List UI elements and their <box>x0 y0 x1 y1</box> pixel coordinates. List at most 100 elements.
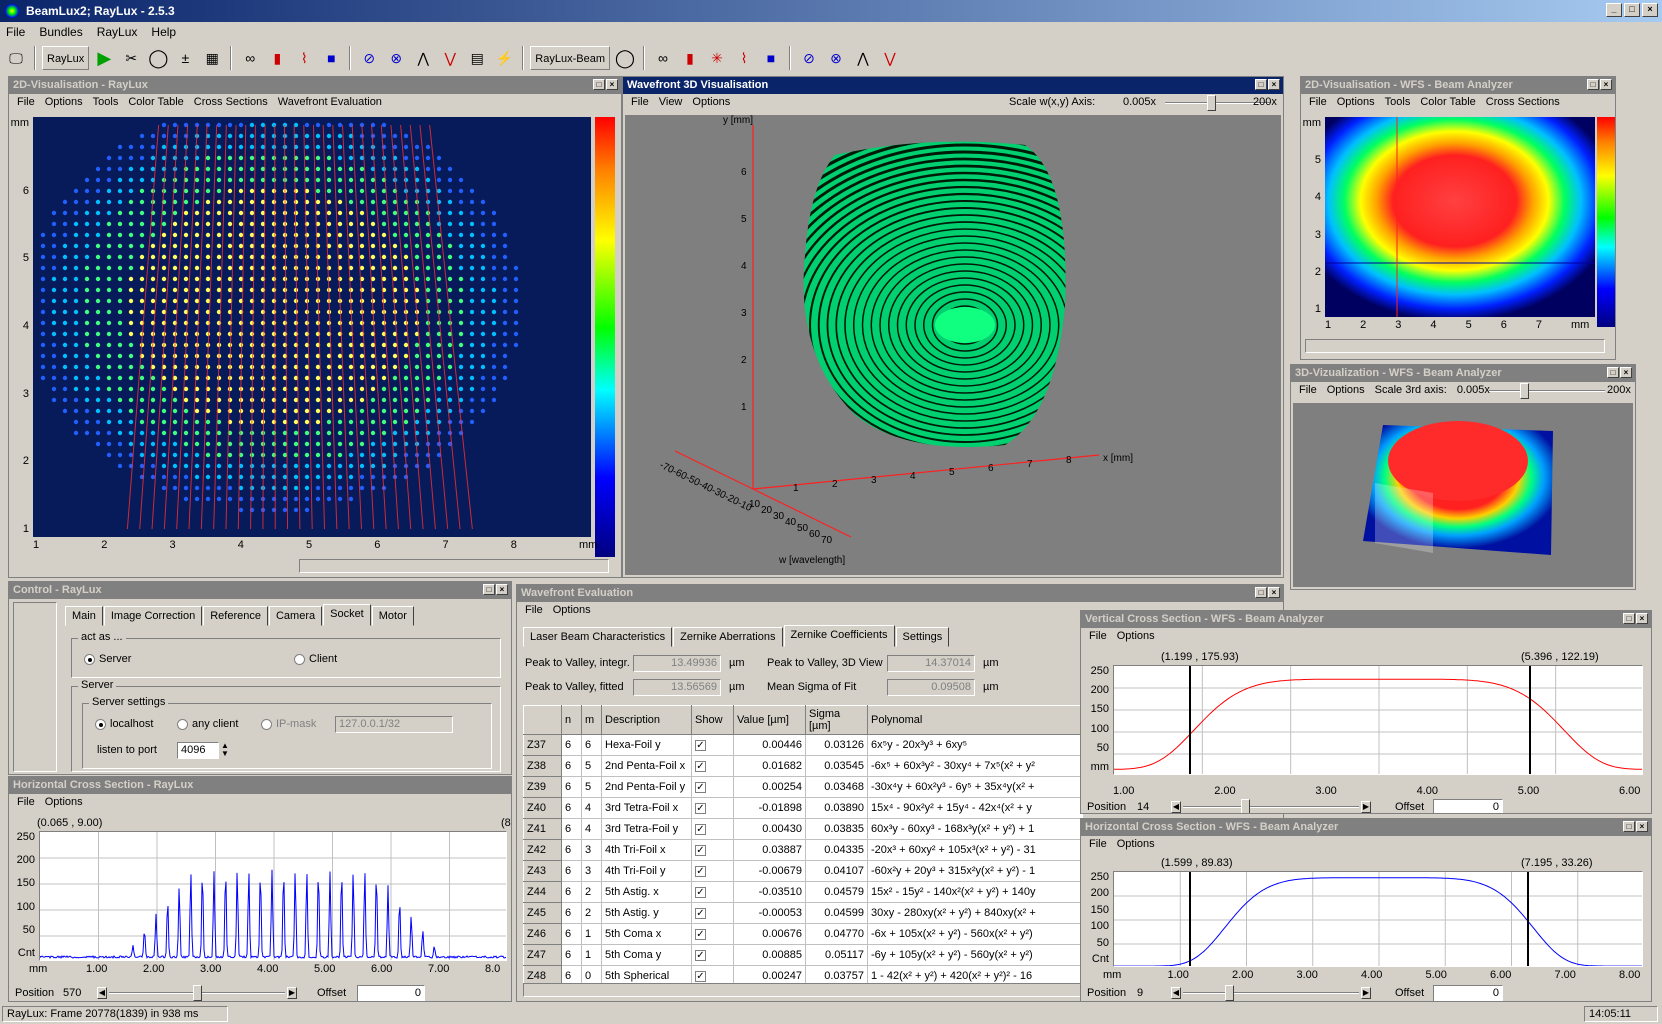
vis2d-scrollbar[interactable] <box>299 559 609 573</box>
ellipse-s-icon[interactable]: ⊗ <box>384 46 408 70</box>
menu-options[interactable]: Options <box>1117 630 1155 644</box>
localhost-radio[interactable]: localhost <box>95 718 153 730</box>
ellipse-s-icon[interactable]: ⊗ <box>824 46 848 70</box>
tab-zernike-coefficients[interactable]: Zernike Coefficients <box>784 625 895 647</box>
menu-color-table[interactable]: Color Table <box>128 96 183 110</box>
menu-raylux[interactable]: RayLux <box>97 25 138 39</box>
play-icon[interactable]: ▶ <box>92 46 116 70</box>
tab-settings[interactable]: Settings <box>896 627 950 647</box>
slider-knob[interactable] <box>1241 799 1250 814</box>
tab-image-correction[interactable]: Image Correction <box>104 606 202 626</box>
table-row[interactable]: Z42 6 3 4th Tri-Foil x ✓ 0.03887 0.04335 -20x³ … <box>524 840 1084 861</box>
cube-icon[interactable]: ■ <box>759 46 783 70</box>
close-button[interactable]: × <box>1620 367 1632 378</box>
table-row[interactable]: Z38 6 5 2nd Penta-Foil x ✓ 0.01682 0.03545 -6x⁵… <box>524 756 1084 777</box>
col-header-description[interactable]: Description <box>602 706 692 735</box>
menu-tools[interactable]: Tools <box>93 96 119 110</box>
menu-options[interactable]: Options <box>45 796 83 810</box>
histogram-icon[interactable]: ▮ <box>678 46 702 70</box>
menu-file[interactable]: File <box>17 96 35 110</box>
wfs-beam-image[interactable] <box>1325 117 1595 317</box>
display-icon[interactable]: 🖵 <box>4 46 28 70</box>
show-checkbox[interactable]: ✓ <box>695 740 706 751</box>
show-checkbox[interactable]: ✓ <box>695 887 706 898</box>
menu-file[interactable]: File <box>6 25 25 39</box>
col-header-show[interactable]: Show <box>692 706 734 735</box>
table-row[interactable]: Z39 6 5 2nd Penta-Foil y ✓ 0.00254 0.03468 -30x… <box>524 777 1084 798</box>
h-profile-icon[interactable]: ⋀ <box>411 46 435 70</box>
circle-icon[interactable]: ◯ <box>146 46 170 70</box>
maximize-button[interactable]: □ <box>1255 587 1267 598</box>
close-button[interactable]: × <box>496 584 508 595</box>
h-profile-icon[interactable]: ⋀ <box>851 46 875 70</box>
close-button[interactable]: × <box>1600 79 1612 90</box>
tab-laser-beam-characteristics[interactable]: Laser Beam Characteristics <box>523 627 672 647</box>
port-field[interactable]: 4096 <box>177 742 219 759</box>
tab-zernike-aberrations[interactable]: Zernike Aberrations <box>673 627 782 647</box>
table-row[interactable]: Z40 6 4 3rd Tetra-Foil x ✓ -0.01898 0.03890 15x… <box>524 798 1084 819</box>
menu-options[interactable]: Options <box>553 604 591 618</box>
menu-cross-sections[interactable]: Cross Sections <box>194 96 268 110</box>
slider-right-arrow[interactable]: ▶ <box>287 987 297 999</box>
tab-motor[interactable]: Motor <box>372 606 414 626</box>
menu-help[interactable]: Help <box>151 25 176 39</box>
table-row[interactable]: Z44 6 2 5th Astig. x ✓ -0.03510 0.04579 15x² - … <box>524 882 1084 903</box>
close-button[interactable]: × <box>606 79 618 90</box>
glasses-icon[interactable]: ∞ <box>651 46 675 70</box>
menu-file[interactable]: File <box>1089 630 1107 644</box>
menu-file[interactable]: File <box>1299 384 1317 398</box>
menu-color-table[interactable]: Color Table <box>1420 96 1475 110</box>
vcross-position-slider[interactable]: ◀ ▶ <box>1171 799 1371 814</box>
menu-file[interactable]: File <box>1089 838 1107 852</box>
port-spinner[interactable]: ▲ ▼ <box>221 742 229 758</box>
hcross-offset-field[interactable]: 0 <box>357 985 425 1002</box>
calculator-icon[interactable]: ▤ <box>465 46 489 70</box>
slider-left-arrow[interactable]: ◀ <box>1171 987 1181 999</box>
col-header-sigma[interactable]: Sigma [µm] <box>806 706 868 735</box>
menu-options[interactable]: Options <box>1327 384 1365 398</box>
table-row[interactable]: Z46 6 1 5th Coma x ✓ 0.00676 0.04770 -6x + 105x… <box>524 924 1084 945</box>
slider-knob[interactable] <box>1520 383 1529 399</box>
v-profile-icon[interactable]: ⋁ <box>878 46 902 70</box>
menu-options[interactable]: Options <box>692 96 730 110</box>
table-row[interactable]: Z43 6 3 4th Tri-Foil y ✓ -0.00679 0.04107 -60x²… <box>524 861 1084 882</box>
wfs2d-scrollbar[interactable] <box>1305 339 1605 353</box>
cube-icon[interactable]: ■ <box>319 46 343 70</box>
close-button[interactable]: × <box>1268 587 1280 598</box>
menu-cross-sections[interactable]: Cross Sections <box>1486 96 1560 110</box>
show-checkbox[interactable]: ✓ <box>695 782 706 793</box>
wfs3d-scale-slider[interactable] <box>1487 383 1607 399</box>
tab-main[interactable]: Main <box>65 606 103 626</box>
menu-tools[interactable]: Tools <box>1385 96 1411 110</box>
col-header-m[interactable]: m <box>582 706 602 735</box>
table-row[interactable]: Z45 6 2 5th Astig. y ✓ -0.00053 0.04599 30xy - … <box>524 903 1084 924</box>
minimize-button[interactable]: _ <box>1606 3 1622 17</box>
show-checkbox[interactable]: ✓ <box>695 950 706 961</box>
maximize-button[interactable]: □ <box>1624 3 1640 17</box>
circle-icon[interactable]: ◯ <box>613 46 637 70</box>
show-checkbox[interactable]: ✓ <box>695 845 706 856</box>
vcross-offset-field[interactable]: 0 <box>1433 799 1503 814</box>
menu-file[interactable]: File <box>1309 96 1327 110</box>
menu-file[interactable]: File <box>17 796 35 810</box>
raylux-beam-button[interactable]: RayLux-Beam <box>530 46 610 70</box>
line-chart-icon[interactable]: ⌇ <box>292 46 316 70</box>
slider-left-arrow[interactable]: ◀ <box>97 987 107 999</box>
ip-mask-radio[interactable]: IP-mask <box>261 718 316 730</box>
line-chart-icon[interactable]: ⌇ <box>732 46 756 70</box>
any-client-radio[interactable]: any client <box>177 718 238 730</box>
slider-right-arrow[interactable]: ▶ <box>1361 801 1371 813</box>
wfs-3d-view[interactable] <box>1293 403 1633 587</box>
beam-icon[interactable]: ⚡ <box>492 46 516 70</box>
col-header-value[interactable]: Value [µm] <box>734 706 806 735</box>
maximize-button[interactable]: □ <box>1623 821 1635 832</box>
grid-icon[interactable]: ▦ <box>200 46 224 70</box>
show-checkbox[interactable]: ✓ <box>695 761 706 772</box>
hcross-position-slider[interactable]: ◀ ▶ <box>97 985 297 1001</box>
menu-options[interactable]: Options <box>45 96 83 110</box>
col-header-n[interactable]: n <box>562 706 582 735</box>
ip-mask-field[interactable]: 127.0.0.1/32 <box>335 716 453 733</box>
menu-view[interactable]: View <box>659 96 683 110</box>
table-row[interactable]: Z37 6 6 Hexa-Foil y ✓ 0.00446 0.03126 6x⁵y - 20… <box>524 735 1084 756</box>
v-profile-icon[interactable]: ⋁ <box>438 46 462 70</box>
